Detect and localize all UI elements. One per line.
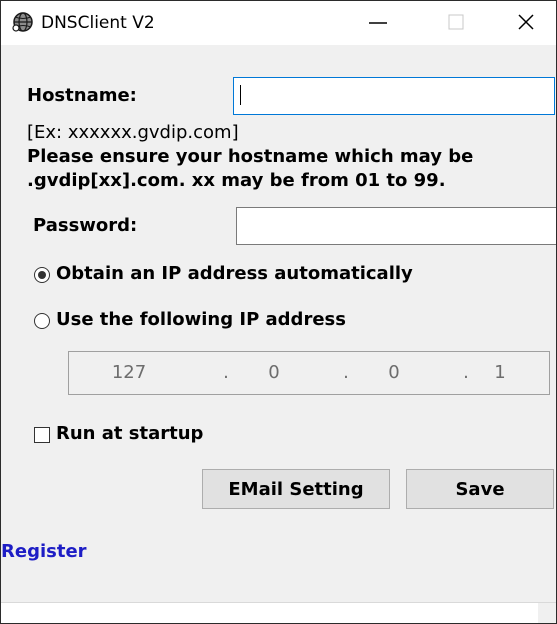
radio-selected-dot bbox=[38, 271, 46, 279]
radio-use-following-circle[interactable] bbox=[34, 313, 50, 329]
ip-octet-2[interactable]: 0 bbox=[259, 362, 289, 383]
close-icon bbox=[516, 12, 536, 36]
dnsclient-window: DNSClient V2 Hostname: [Ex: xxxxxx.gvdip… bbox=[0, 0, 557, 624]
password-input[interactable] bbox=[236, 207, 557, 245]
minimize-button[interactable] bbox=[353, 7, 403, 41]
ip-dot-2: . bbox=[343, 362, 349, 383]
email-setting-button[interactable]: EMail Setting bbox=[202, 469, 390, 509]
hostname-label: Hostname: bbox=[27, 85, 137, 106]
text-caret bbox=[240, 85, 241, 105]
radio-use-following-label[interactable]: Use the following IP address bbox=[56, 309, 346, 330]
client-area: Hostname: [Ex: xxxxxx.gvdip.com] Please … bbox=[1, 45, 557, 615]
run-at-startup-checkbox[interactable] bbox=[34, 427, 50, 443]
hostname-hint-line3: .gvdip[xx].com. xx may be from 01 to 99. bbox=[27, 170, 446, 191]
save-button[interactable]: Save bbox=[406, 469, 554, 509]
hostname-input[interactable] bbox=[233, 77, 555, 115]
hostname-hint-example: [Ex: xxxxxx.gvdip.com] bbox=[27, 122, 239, 143]
app-globe-icon bbox=[11, 11, 35, 33]
register-link[interactable]: Register bbox=[1, 541, 87, 562]
run-at-startup-label[interactable]: Run at startup bbox=[56, 423, 203, 444]
ip-octet-4[interactable]: 1 bbox=[485, 362, 515, 383]
title-bar[interactable]: DNSClient V2 bbox=[1, 1, 556, 45]
minimize-icon bbox=[368, 12, 388, 36]
ip-dot-3: . bbox=[463, 362, 469, 383]
ip-dot-1: . bbox=[223, 362, 229, 383]
resize-grip[interactable] bbox=[538, 603, 556, 624]
radio-obtain-auto-circle[interactable] bbox=[34, 267, 50, 283]
maximize-button[interactable] bbox=[431, 7, 481, 41]
hostname-hint-line2: Please ensure your hostname which may be bbox=[27, 146, 474, 167]
status-bar bbox=[1, 602, 556, 624]
hostname-hint: [Ex: xxxxxx.gvdip.com] Please ensure you… bbox=[27, 121, 473, 193]
maximize-icon bbox=[448, 14, 464, 34]
password-label: Password: bbox=[33, 215, 138, 236]
close-button[interactable] bbox=[501, 7, 551, 41]
window-title: DNSClient V2 bbox=[41, 13, 155, 33]
radio-obtain-auto-label[interactable]: Obtain an IP address automatically bbox=[56, 263, 413, 284]
ip-octet-1[interactable]: 127 bbox=[99, 362, 159, 383]
ip-octet-3[interactable]: 0 bbox=[379, 362, 409, 383]
ip-address-field[interactable]: 127 . 0 . 0 . 1 bbox=[68, 351, 550, 395]
